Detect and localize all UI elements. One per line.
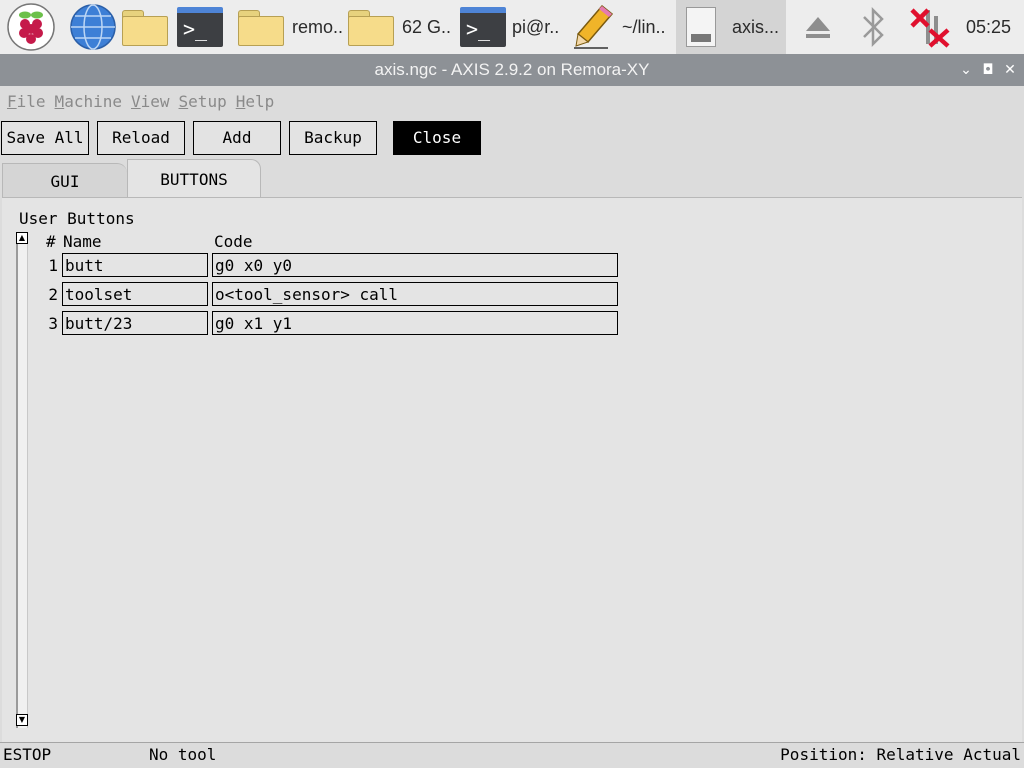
button-code-field[interactable] xyxy=(212,311,618,335)
file-manager-button[interactable] xyxy=(122,0,170,54)
buttons-panel: User Buttons ▲ ▼ # Name Code 1 2 3 xyxy=(2,197,1022,742)
network-button[interactable] xyxy=(906,0,952,54)
menu-file[interactable]: File xyxy=(7,90,46,114)
taskbar-item-remora[interactable]: remo.. xyxy=(238,0,346,54)
network-disconnected-icon xyxy=(910,8,950,48)
taskbar-item-label: ~/lin.. xyxy=(622,16,666,37)
minimize-button[interactable]: ⌄ xyxy=(956,54,976,86)
tab-gui[interactable]: GUI xyxy=(2,163,127,199)
window-titlebar[interactable]: axis.ngc - AXIS 2.9.2 on Remora-XY ⌄ ◘ ✕ xyxy=(0,54,1024,86)
reload-button[interactable]: Reload xyxy=(97,121,185,155)
button-code-field[interactable] xyxy=(212,282,618,306)
pencil-icon xyxy=(574,4,614,49)
close-window-button[interactable]: ✕ xyxy=(1000,54,1020,86)
row-number: 3 xyxy=(48,314,58,333)
eject-button[interactable] xyxy=(803,0,833,54)
menu-view[interactable]: View xyxy=(131,90,170,114)
taskbar-item-label: pi@r.. xyxy=(512,16,560,37)
file-manager-icon xyxy=(122,8,170,46)
raspberry-menu-button[interactable] xyxy=(6,0,56,54)
add-button[interactable]: Add xyxy=(193,121,281,155)
terminal-icon: >_ xyxy=(460,7,506,47)
menu-machine[interactable]: Machine xyxy=(55,90,122,114)
clock[interactable]: 05:25 xyxy=(966,0,1011,54)
web-browser-button[interactable] xyxy=(68,0,118,54)
maximize-icon: ◘ xyxy=(982,62,994,78)
vertical-scrollbar[interactable] xyxy=(16,234,28,728)
terminal-launcher-button[interactable]: >_ xyxy=(177,0,223,54)
maximize-button[interactable]: ◘ xyxy=(978,54,998,86)
web-browser-icon xyxy=(70,4,116,50)
button-code-field[interactable] xyxy=(212,253,618,277)
taskbar-item-terminal[interactable]: >_ pi@r.. xyxy=(460,0,568,54)
chevron-down-icon: ⌄ xyxy=(960,62,972,78)
taskbar-item-axis[interactable]: axis... xyxy=(676,0,786,54)
backup-button[interactable]: Backup xyxy=(289,121,377,155)
save-all-button[interactable]: Save All xyxy=(1,121,89,155)
column-header-number: # xyxy=(46,232,56,251)
taskbar-item-label: remo.. xyxy=(292,16,344,37)
column-header-code: Code xyxy=(214,232,253,251)
taskbar-item-editor[interactable]: ~/lin.. xyxy=(572,0,676,54)
document-icon xyxy=(686,7,716,47)
button-name-field[interactable] xyxy=(62,282,208,306)
position-status: Position: Relative Actual xyxy=(780,745,1021,764)
terminal-icon: >_ xyxy=(177,7,223,47)
close-button[interactable]: Close xyxy=(393,121,481,155)
row-number: 2 xyxy=(48,285,58,304)
taskbar-item-drive[interactable]: 62 G.. xyxy=(348,0,456,54)
column-header-name: Name xyxy=(63,232,102,251)
eject-icon xyxy=(806,17,830,38)
folder-icon xyxy=(238,8,286,46)
window-title: axis.ngc - AXIS 2.9.2 on Remora-XY xyxy=(374,60,650,79)
row-number: 1 xyxy=(48,256,58,275)
button-name-field[interactable] xyxy=(62,311,208,335)
menu-setup[interactable]: Setup xyxy=(179,90,227,114)
taskbar-item-label: axis... xyxy=(732,16,780,37)
folder-icon xyxy=(348,8,396,46)
estop-status: ESTOP xyxy=(3,745,52,764)
close-icon: ✕ xyxy=(1004,62,1016,78)
tool-status: No tool xyxy=(149,745,217,764)
section-title: User Buttons xyxy=(19,209,135,228)
raspberry-menu-icon xyxy=(7,3,55,51)
bluetooth-button[interactable] xyxy=(858,0,888,54)
tab-buttons[interactable]: BUTTONS xyxy=(127,159,261,199)
scroll-up-icon[interactable]: ▲ xyxy=(16,232,28,244)
bluetooth-icon xyxy=(863,6,884,48)
status-bar: ESTOP No tool Position: Relative Actual xyxy=(0,742,1024,768)
scroll-down-icon[interactable]: ▼ xyxy=(16,714,28,726)
menu-help[interactable]: Help xyxy=(236,90,275,114)
taskbar: >_ remo.. 62 G.. >_ pi@r.. ~/lin.. axis.… xyxy=(0,0,1024,54)
taskbar-item-label: 62 G.. xyxy=(402,16,452,37)
button-name-field[interactable] xyxy=(62,253,208,277)
menu-bar: File Machine View Setup Help xyxy=(0,90,276,114)
